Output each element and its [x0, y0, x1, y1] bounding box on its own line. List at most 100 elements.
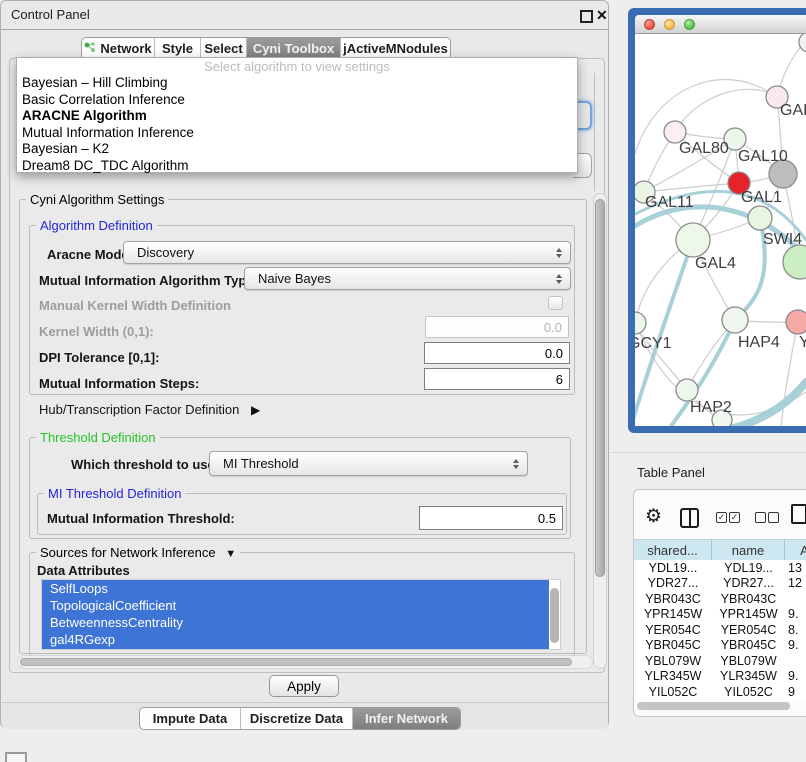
- network-node-label: GAL4: [695, 255, 736, 272]
- mi-threshold-field[interactable]: 0.5: [419, 506, 563, 530]
- network-node[interactable]: [676, 379, 698, 401]
- table-row[interactable]: YDL19...YDL19...13: [634, 560, 806, 576]
- algorithm-option[interactable]: ARACNE Algorithm: [17, 108, 577, 125]
- mi-threshold-value: 0.5: [538, 511, 556, 526]
- tab-cyni-toolbox[interactable]: Cyni Toolbox: [246, 38, 340, 59]
- list-scrollbar[interactable]: [550, 588, 559, 643]
- column-header[interactable]: name: [712, 540, 785, 560]
- network-node-label: Y: [799, 334, 806, 351]
- settings-horizontal-scrollbar[interactable]: [17, 655, 593, 669]
- apply-button[interactable]: Apply: [269, 675, 339, 697]
- combo-arrows-icon: [556, 274, 562, 284]
- aracne-mode-combo[interactable]: Discovery: [123, 241, 571, 264]
- network-node[interactable]: [722, 307, 748, 333]
- network-node[interactable]: [635, 312, 646, 334]
- close-traffic-light-icon[interactable]: [644, 19, 655, 30]
- tab-infer-network[interactable]: Infer Network: [352, 708, 460, 729]
- network-window-titlebar: [635, 15, 806, 34]
- sources-toggle[interactable]: Sources for Network Inference ▼: [36, 545, 240, 560]
- table-horizontal-scrollbar[interactable]: [636, 701, 804, 712]
- close-icon[interactable]: ✕: [596, 1, 608, 29]
- table-cell: YLR345W: [712, 669, 785, 685]
- scrollbar-thumb[interactable]: [20, 658, 572, 666]
- zoom-traffic-light-icon[interactable]: [684, 19, 695, 30]
- table-row[interactable]: YER054CYER054C8.: [634, 622, 806, 638]
- group-title: Algorithm Definition: [36, 218, 157, 233]
- tab-network[interactable]: Network: [82, 38, 154, 59]
- which-threshold-combo[interactable]: MI Threshold: [209, 451, 528, 476]
- tab-select[interactable]: Select: [200, 38, 246, 59]
- algorithm-option[interactable]: Dream8 DC_TDC Algorithm: [17, 158, 577, 175]
- mi-steps-field[interactable]: 6: [424, 368, 570, 390]
- aracne-mode-value: Discovery: [137, 245, 194, 260]
- aracne-mode-label: Aracne Mode:: [47, 247, 133, 262]
- network-node[interactable]: [783, 245, 806, 279]
- table-cell: YBR045C: [712, 638, 785, 654]
- tab-discretize-data[interactable]: Discretize Data: [240, 708, 352, 729]
- checked-checkbox-icon[interactable]: ✓: [729, 512, 740, 523]
- settings-vertical-scrollbar[interactable]: [593, 193, 607, 669]
- unchecked-checkbox-icon[interactable]: [768, 512, 779, 523]
- algorithm-options-list: Bayesian – Hill ClimbingBasic Correlatio…: [17, 75, 577, 174]
- table-row[interactable]: YBL079WYBL079W: [634, 653, 806, 669]
- unchecked-checkbox-icon[interactable]: [755, 512, 766, 523]
- network-canvas[interactable]: GALGAL80GAL10GAL1GAL11SWI4GAL4GCY1HAP4YH…: [635, 34, 806, 426]
- algorithm-option[interactable]: Mutual Information Inference: [17, 125, 577, 142]
- gear-icon[interactable]: ⚙: [645, 505, 662, 528]
- collapse-down-icon[interactable]: ▼: [225, 548, 236, 560]
- table-row[interactable]: YDR27...YDR27...12: [634, 576, 806, 592]
- table-row[interactable]: YBR043CYBR043C: [634, 591, 806, 607]
- network-edge-highlighted: [735, 218, 765, 320]
- network-node[interactable]: [799, 34, 806, 52]
- column-header[interactable]: A: [785, 540, 806, 560]
- columns-icon[interactable]: [680, 508, 699, 528]
- data-attributes-list[interactable]: SelfLoopsTopologicalCoefficientBetweenne…: [41, 579, 561, 650]
- table-cell: 9.: [785, 607, 806, 623]
- table-row[interactable]: YLR345WYLR345W9.: [634, 669, 806, 685]
- tab-jactivemnodules[interactable]: jActiveMNodules: [340, 38, 450, 59]
- network-node[interactable]: [748, 206, 772, 230]
- network-graph[interactable]: GALGAL80GAL10GAL1GAL11SWI4GAL4GCY1HAP4YH…: [635, 34, 806, 426]
- expand-right-icon[interactable]: ▶: [251, 403, 260, 417]
- panel-title: Control Panel: [11, 1, 90, 29]
- kernel-width-label: Kernel Width (0,1):: [39, 324, 154, 339]
- attribute-option[interactable]: TopologicalCoefficient: [42, 597, 549, 614]
- tab-impute-data[interactable]: Impute Data: [140, 708, 240, 729]
- dpi-tolerance-field[interactable]: 0.0: [424, 342, 570, 364]
- table-row[interactable]: YIL052CYIL052C9: [634, 684, 806, 700]
- scrollbar-thumb[interactable]: [637, 702, 790, 710]
- algorithm-option[interactable]: Basic Correlation Inference: [17, 92, 577, 109]
- algorithm-option[interactable]: Bayesian – K2: [17, 141, 577, 158]
- algorithm-option[interactable]: Bayesian – Hill Climbing: [17, 75, 577, 92]
- mi-algorithm-type-combo[interactable]: Naive Bayes: [244, 267, 571, 290]
- float-panel-icon[interactable]: [580, 10, 593, 23]
- attribute-option[interactable]: gal4RGexp: [42, 631, 549, 648]
- manual-kernel-checkbox[interactable]: [548, 296, 563, 310]
- table-cell: YDR27...: [634, 576, 712, 592]
- attribute-option[interactable]: BetweennessCentrality: [42, 614, 549, 631]
- network-node[interactable]: [786, 310, 806, 334]
- table-row[interactable]: YBR045CYBR045C9.: [634, 638, 806, 654]
- minimize-traffic-light-icon[interactable]: [664, 19, 675, 30]
- floating-panel-icon[interactable]: [5, 752, 27, 762]
- attribute-option-clipped: [42, 648, 549, 650]
- network-node-label: GAL: [780, 102, 806, 119]
- table-cell: YIL052C: [712, 684, 785, 700]
- column-header[interactable]: shared...: [634, 540, 712, 560]
- mi-steps-value: 6: [556, 372, 563, 387]
- network-node-label: HAP4: [738, 334, 780, 351]
- document-icon[interactable]: [791, 504, 806, 524]
- network-node[interactable]: [676, 223, 710, 257]
- tab-label: Cyni Toolbox: [253, 41, 334, 56]
- tab-label: Network: [100, 41, 151, 56]
- hub-definition-toggle[interactable]: Hub/Transcription Factor Definition ▶: [39, 402, 260, 417]
- scrollbar-thumb[interactable]: [595, 199, 605, 577]
- tab-style[interactable]: Style: [154, 38, 200, 59]
- table-cell: 13: [785, 560, 806, 576]
- table-cell: 8.: [785, 622, 806, 638]
- algorithm-dropdown[interactable]: Select algorithm to view settings Bayesi…: [16, 57, 578, 173]
- attribute-option[interactable]: SelfLoops: [42, 580, 549, 597]
- table-row[interactable]: YPR145WYPR145W9.: [634, 607, 806, 623]
- hub-definition-label: Hub/Transcription Factor Definition: [39, 402, 239, 417]
- checked-checkbox-icon[interactable]: ✓: [716, 512, 727, 523]
